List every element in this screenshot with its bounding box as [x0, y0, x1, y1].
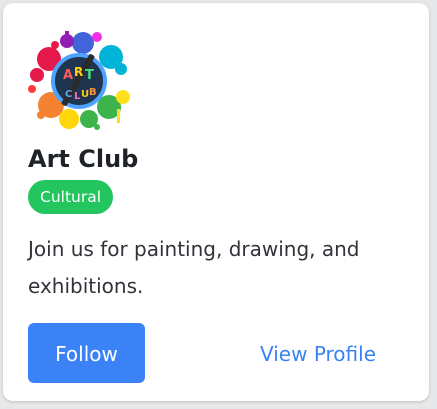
club-description: Join us for painting, drawing, and exhib…: [28, 237, 360, 298]
svg-text:A: A: [63, 68, 73, 83]
art-club-logo-icon: A R T C L U B: [27, 29, 131, 131]
club-card: A R T C L U B Art Club Cultural Join us …: [3, 3, 429, 401]
svg-text:U: U: [81, 89, 89, 100]
category-badge: Cultural: [28, 180, 114, 214]
follow-button[interactable]: Follow: [28, 323, 145, 383]
svg-text:L: L: [74, 91, 81, 102]
view-profile-link[interactable]: View Profile: [260, 340, 376, 368]
svg-text:R: R: [74, 65, 83, 79]
svg-text:C: C: [65, 89, 72, 100]
svg-text:T: T: [85, 68, 94, 83]
svg-text:B: B: [89, 87, 97, 98]
club-name: Art Club: [28, 145, 139, 173]
